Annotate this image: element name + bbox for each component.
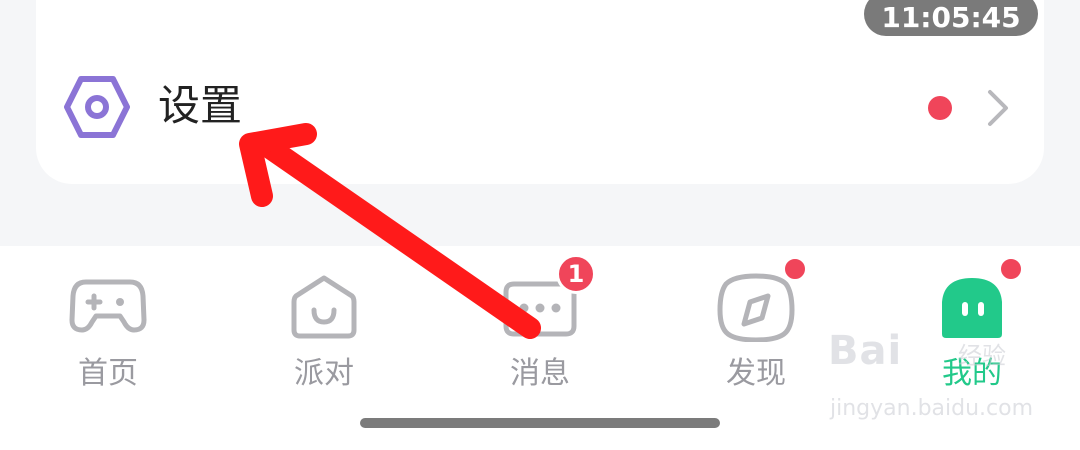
settings-label: 设置 xyxy=(158,81,243,130)
watermark-url: jingyan.baidu.com xyxy=(830,396,1034,421)
notification-dot xyxy=(928,96,952,120)
settings-hex-icon xyxy=(64,76,130,138)
tab-home[interactable]: 首页 xyxy=(0,246,216,406)
tab-home-label: 首页 xyxy=(78,356,138,391)
watermark-brand: Bai xyxy=(828,328,903,374)
gamepad-icon xyxy=(69,279,147,333)
baidu-watermark: Bai 经验 jingyan.baidu.com xyxy=(826,328,1033,428)
me-dot-badge xyxy=(998,256,1024,282)
compass-icon xyxy=(717,273,795,342)
message-count-badge: 1 xyxy=(556,254,596,294)
tab-messages-label: 消息 xyxy=(510,356,570,391)
tab-messages[interactable]: 消息 xyxy=(432,246,648,406)
watermark-sub: 经验 xyxy=(958,342,1006,370)
tab-party-label: 派对 xyxy=(294,356,354,391)
tab-party[interactable]: 派对 xyxy=(216,246,432,406)
house-smile-icon xyxy=(291,275,357,339)
home-indicator[interactable] xyxy=(360,418,720,428)
discover-dot-badge xyxy=(782,256,808,282)
settings-row[interactable]: 设置 xyxy=(36,60,1044,160)
chevron-right-icon xyxy=(988,90,1008,126)
time-badge: 11:05:45 xyxy=(864,0,1038,36)
